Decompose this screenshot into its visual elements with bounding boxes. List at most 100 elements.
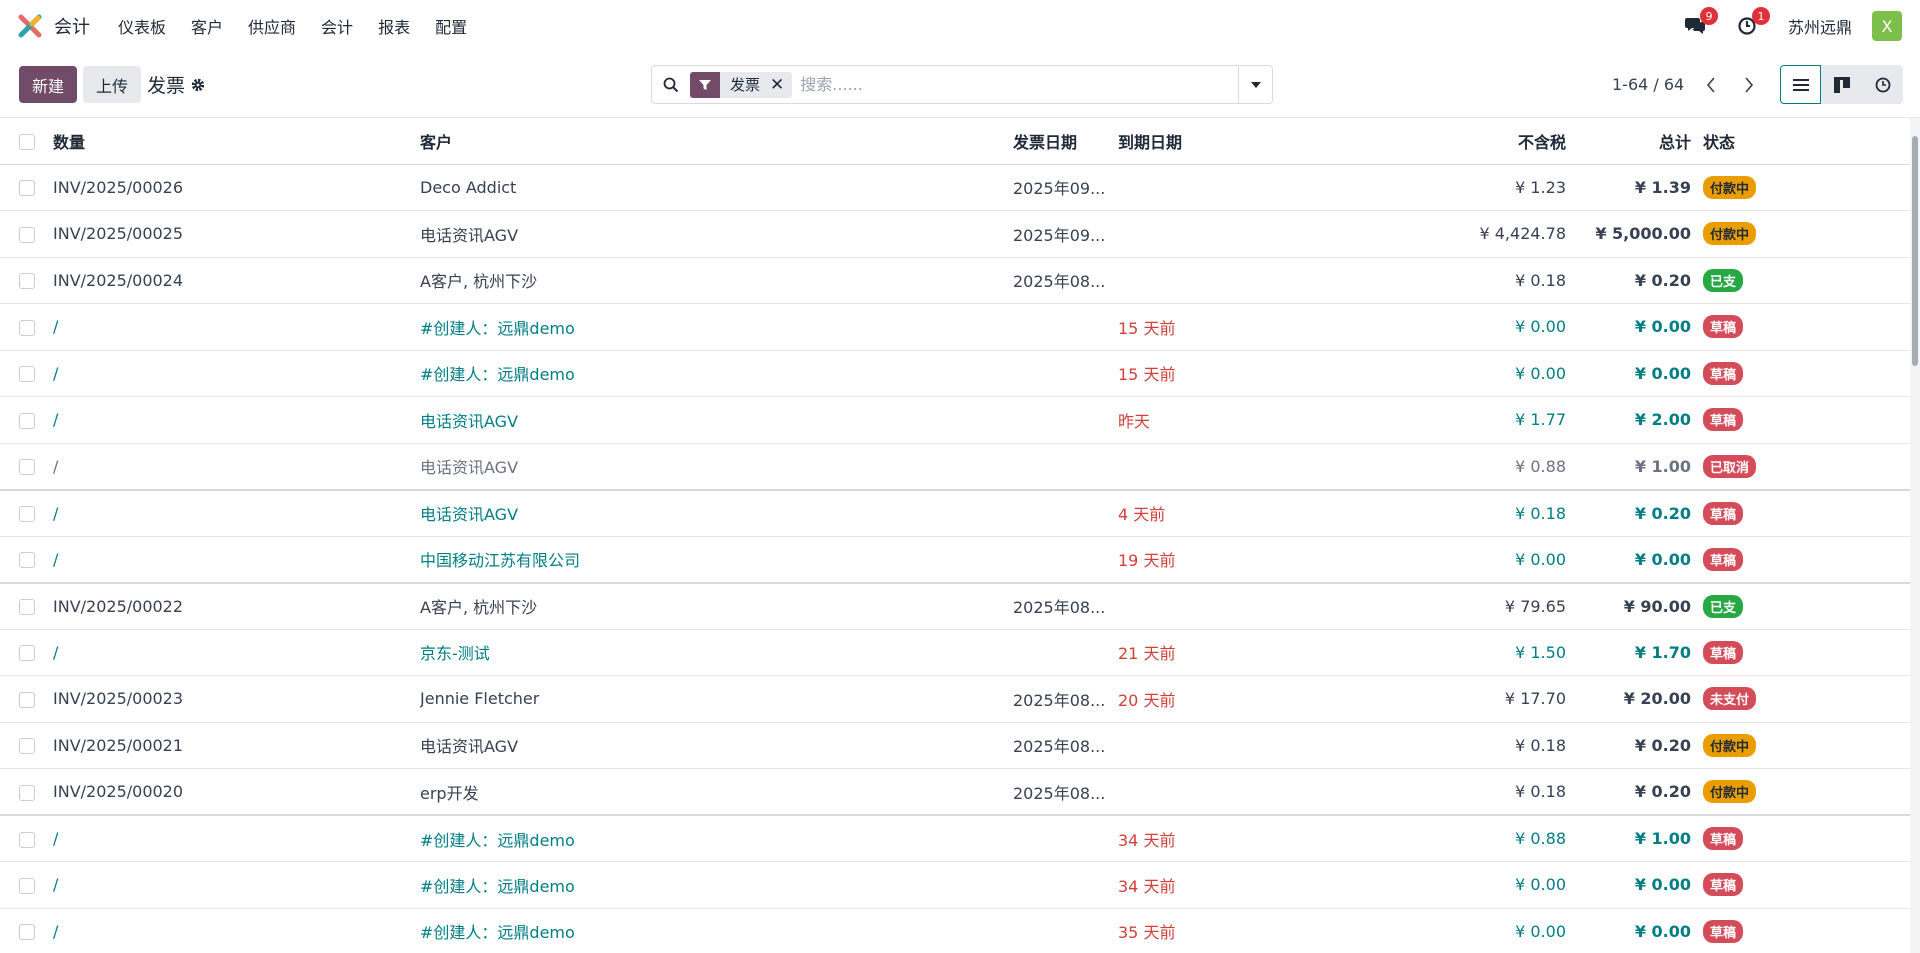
row-checkbox[interactable] xyxy=(19,459,35,475)
company-switcher[interactable]: 苏州远鼎 xyxy=(1788,14,1852,38)
list-view-button[interactable] xyxy=(1780,65,1821,104)
cell-due-date xyxy=(1118,583,1353,630)
row-checkbox[interactable] xyxy=(19,226,35,243)
upload-button[interactable]: 上传 xyxy=(83,66,142,103)
cell-number: INV/2025/00023 xyxy=(53,689,184,709)
gear-icon[interactable] xyxy=(191,78,205,92)
search-icon[interactable] xyxy=(652,77,690,93)
table-row[interactable]: INV/2025/00026 Deco Addict 2025年09... ¥ 1.2… xyxy=(0,164,1920,211)
row-checkbox[interactable] xyxy=(19,738,35,755)
column-total[interactable]: 总计 xyxy=(1566,118,1699,164)
activities-button[interactable]: 1 xyxy=(1736,7,1770,37)
row-checkbox[interactable] xyxy=(19,319,35,336)
page-title: 发票 xyxy=(147,75,186,97)
cell-customer: A客户, 杭州下沙 xyxy=(420,272,538,292)
search-bar: 发票 ✕ xyxy=(651,65,1273,104)
row-checkbox[interactable] xyxy=(19,273,35,290)
cell-invoice-date: 2025年09... xyxy=(1013,225,1106,245)
row-checkbox[interactable] xyxy=(19,831,35,848)
menu-customers[interactable]: 客户 xyxy=(191,14,223,38)
row-checkbox[interactable] xyxy=(19,924,35,941)
cell-number: INV/2025/00021 xyxy=(53,735,184,755)
row-checkbox[interactable] xyxy=(19,366,35,383)
select-all-checkbox[interactable] xyxy=(19,133,35,150)
cell-invoice-date xyxy=(1013,536,1118,583)
cell-number: / xyxy=(53,456,59,476)
column-untaxed[interactable]: 不含税 xyxy=(1353,118,1566,164)
table-row[interactable]: / #创建人：远鼎demo 34 天前 ¥ 0.88 ¥ 1.00 草稿 xyxy=(0,815,1920,862)
table-row[interactable]: / #创建人：远鼎demo 35 天前 ¥ 0.00 ¥ 0.00 草稿 xyxy=(0,908,1920,953)
row-checkbox[interactable] xyxy=(19,877,35,894)
activity-view-button[interactable] xyxy=(1862,65,1903,104)
table-row[interactable]: / #创建人：远鼎demo 15 天前 ¥ 0.00 ¥ 0.00 草稿 xyxy=(0,304,1920,350)
pager-next-icon[interactable] xyxy=(1738,76,1760,93)
column-due-date[interactable]: 到期日期 xyxy=(1118,118,1353,164)
menu-dashboard[interactable]: 仪表板 xyxy=(118,14,166,38)
cell-due-date: 4 天前 xyxy=(1118,505,1166,524)
activities-badge: 1 xyxy=(1751,7,1770,25)
table-row[interactable]: / 京东-测试 21 天前 ¥ 1.50 ¥ 1.70 草稿 xyxy=(0,629,1920,676)
cell-status: 付款中 xyxy=(1699,211,1920,258)
row-checkbox[interactable] xyxy=(19,599,35,615)
new-button[interactable]: 新建 xyxy=(19,66,78,103)
table-row[interactable]: INV/2025/00023 Jennie Fletcher 2025年08... 2… xyxy=(0,676,1920,722)
table-row[interactable]: INV/2025/00025 电话资讯AGV 2025年09... ¥ 4,424.7… xyxy=(0,211,1920,258)
menu-configuration[interactable]: 配置 xyxy=(435,14,467,38)
table-row[interactable]: INV/2025/00024 A客户, 杭州下沙 2025年08... ¥ 0.18 ¥… xyxy=(0,257,1920,304)
cell-number: / xyxy=(53,363,59,383)
top-navbar: 会计 仪表板 客户 供应商 会计 报表 配置 9 1 苏州远鼎 X xyxy=(0,0,1920,52)
cell-status: 付款中 xyxy=(1699,722,1920,769)
column-customer[interactable]: 客户 xyxy=(420,118,1013,164)
table-row[interactable]: INV/2025/00021 电话资讯AGV 2025年08... ¥ 0.18 ¥ 0… xyxy=(0,722,1920,769)
table-row[interactable]: / 电话资讯AGV 昨天 ¥ 1.77 ¥ 2.00 草稿 xyxy=(0,397,1920,443)
cell-total: ¥ 0.20 xyxy=(1634,503,1691,523)
row-checkbox[interactable] xyxy=(19,552,35,568)
table-row[interactable]: / #创建人：远鼎demo 15 天前 ¥ 0.00 ¥ 0.00 草稿 xyxy=(0,350,1920,397)
row-checkbox[interactable] xyxy=(19,180,35,197)
user-avatar[interactable]: X xyxy=(1872,11,1902,41)
column-status[interactable]: 状态 xyxy=(1699,118,1920,164)
app-name[interactable]: 会计 xyxy=(54,13,90,39)
cell-number: INV/2025/00022 xyxy=(53,596,184,616)
search-input[interactable] xyxy=(800,75,1238,94)
messages-button[interactable]: 9 xyxy=(1684,7,1718,37)
cell-untaxed: ¥ 0.18 xyxy=(1515,735,1566,755)
table-row[interactable]: / #创建人：远鼎demo 34 天前 ¥ 0.00 ¥ 0.00 草稿 xyxy=(0,862,1920,909)
pager-value[interactable]: 1-64 / 64 xyxy=(1612,75,1684,94)
cell-customer: 电话资讯AGV xyxy=(420,225,519,245)
cell-status: 已支 xyxy=(1699,583,1920,630)
cell-status: 草稿 xyxy=(1699,629,1920,676)
app-logo-icon[interactable] xyxy=(18,14,42,38)
search-options-toggle[interactable] xyxy=(1238,66,1272,103)
cell-invoice-date xyxy=(1013,490,1118,537)
scrollbar-thumb[interactable] xyxy=(1912,136,1918,366)
status-badge: 已支 xyxy=(1703,268,1744,292)
cell-due-date xyxy=(1118,211,1353,258)
cell-due-date: 15 天前 xyxy=(1118,365,1176,385)
pager-previous-icon[interactable] xyxy=(1700,76,1722,93)
cell-due-date xyxy=(1118,443,1353,490)
row-checkbox[interactable] xyxy=(19,412,35,429)
cell-customer: #创建人：远鼎demo xyxy=(420,923,575,943)
menu-reporting[interactable]: 报表 xyxy=(378,14,410,38)
cell-invoice-date xyxy=(1013,862,1118,909)
row-checkbox[interactable] xyxy=(19,645,35,662)
cell-due-date: 35 天前 xyxy=(1118,923,1176,943)
row-checkbox[interactable] xyxy=(19,784,35,801)
status-badge: 草稿 xyxy=(1703,640,1744,664)
kanban-view-button[interactable] xyxy=(1821,65,1862,104)
table-row[interactable]: / 电话资讯AGV ¥ 0.88 ¥ 1.00 已取消 xyxy=(0,443,1920,490)
cell-untaxed: ¥ 0.18 xyxy=(1515,270,1566,290)
vertical-scrollbar[interactable] xyxy=(1910,118,1920,953)
table-row[interactable]: / 电话资讯AGV 4 天前 ¥ 0.18 ¥ 0.20 草稿 xyxy=(0,490,1920,537)
facet-remove-icon[interactable]: ✕ xyxy=(770,75,792,95)
row-checkbox[interactable] xyxy=(19,506,35,522)
menu-accounting[interactable]: 会计 xyxy=(321,14,353,38)
column-number[interactable]: 数量 xyxy=(53,118,420,164)
table-row[interactable]: INV/2025/00022 A客户, 杭州下沙 2025年08... ¥ 79.65… xyxy=(0,583,1920,630)
column-invoice-date[interactable]: 发票日期 xyxy=(1013,118,1118,164)
menu-vendors[interactable]: 供应商 xyxy=(248,14,296,38)
table-row[interactable]: / 中国移动江苏有限公司 19 天前 ¥ 0.00 ¥ 0.00 草稿 xyxy=(0,536,1920,583)
row-checkbox[interactable] xyxy=(19,691,35,708)
table-row[interactable]: INV/2025/00020 erp开发 2025年08... ¥ 0.18 ¥ 0.2… xyxy=(0,769,1920,815)
